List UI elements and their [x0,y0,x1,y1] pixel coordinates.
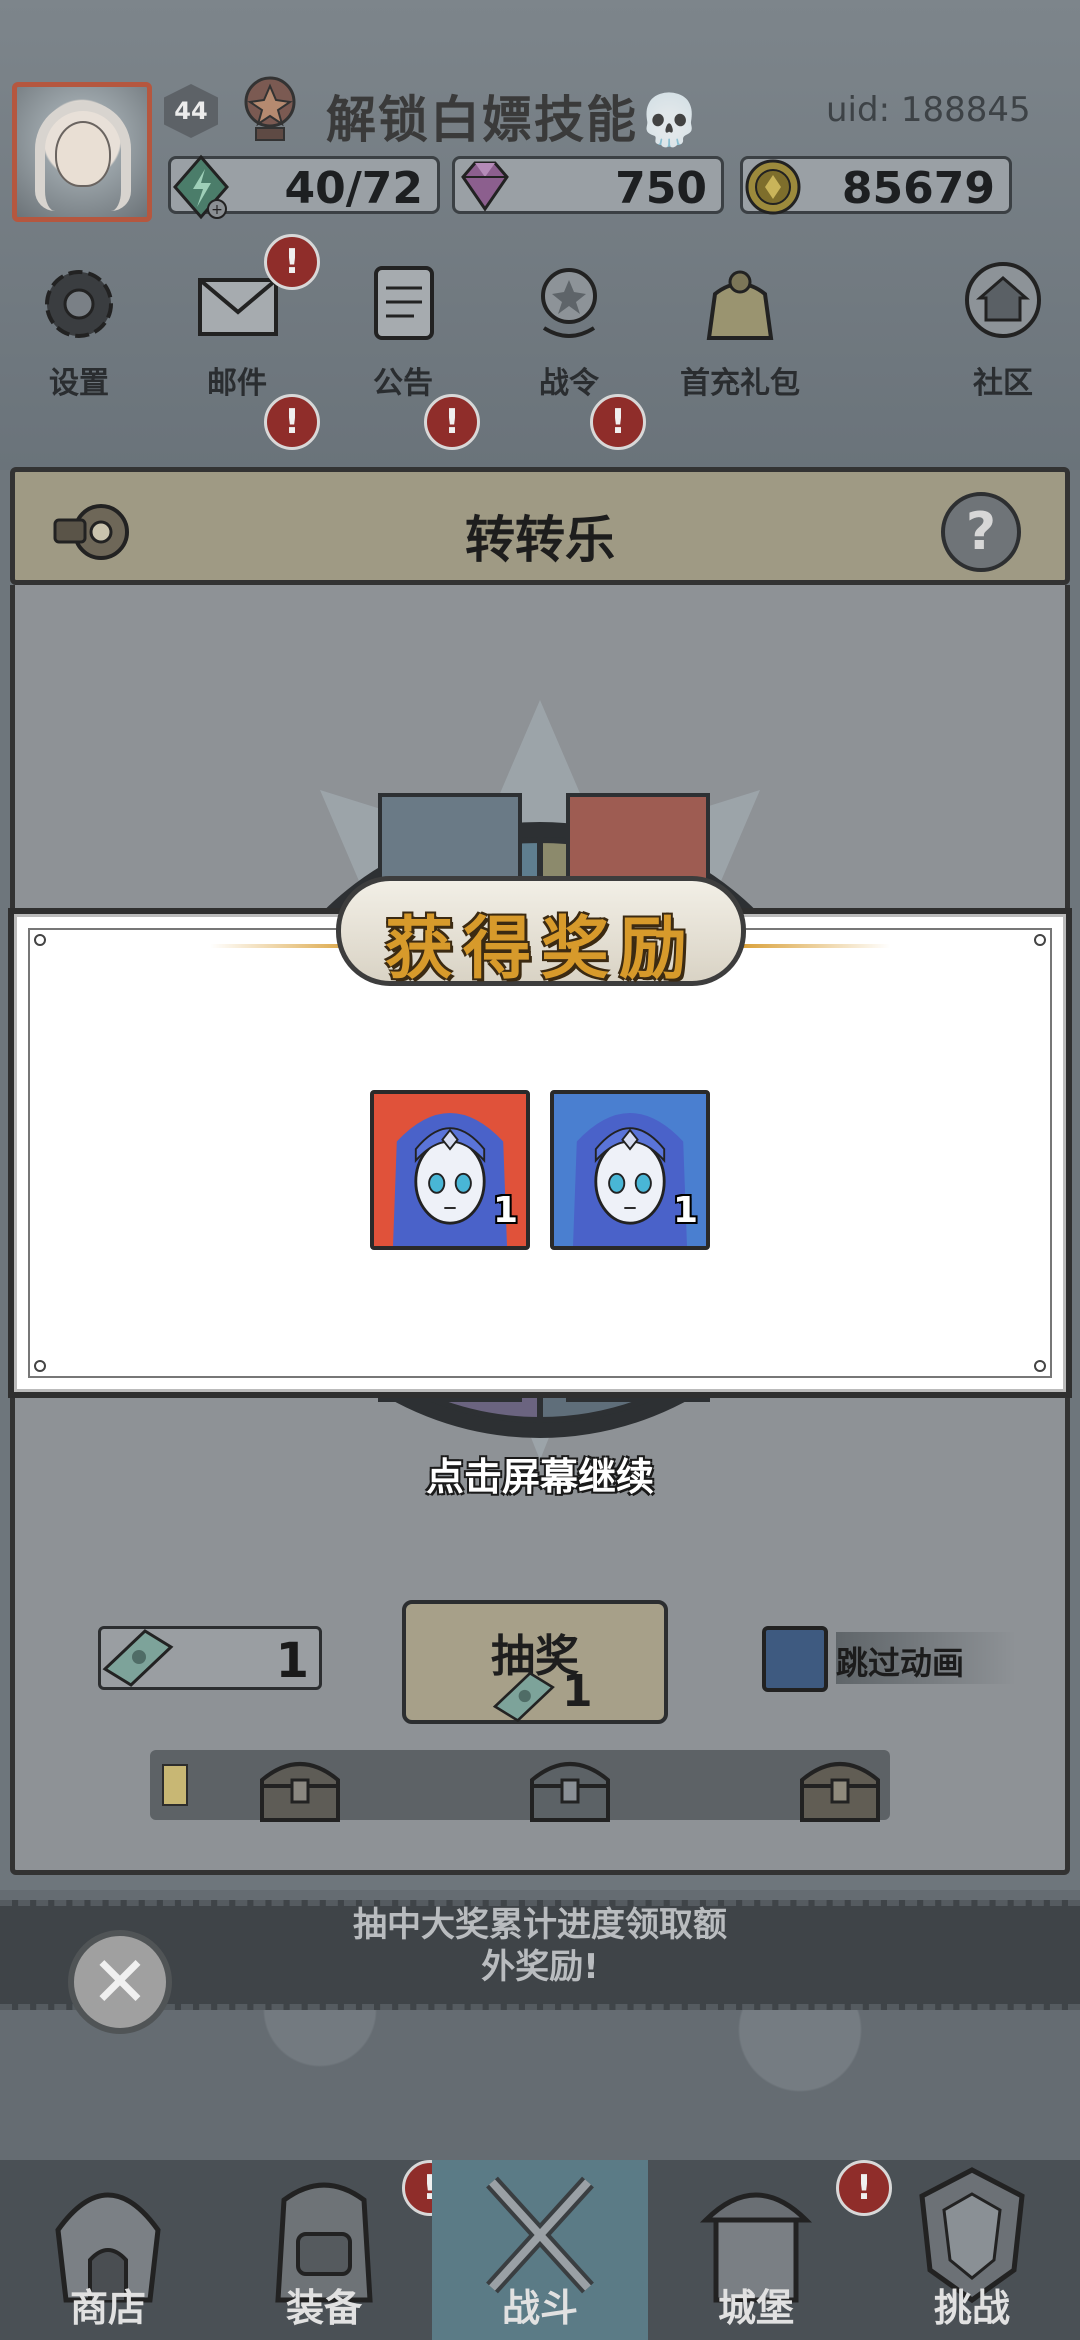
help-button[interactable]: ? [941,492,1021,572]
player-avatar[interactable] [12,82,152,222]
treasure-chest-icon-2[interactable] [522,1740,618,1830]
jackpot-hint-line-1: 抽中大奖累计进度领取额 [353,1905,727,1945]
treasure-chest-icon-3[interactable] [792,1740,888,1830]
mail-alert-badge: ! [264,234,320,290]
rivet [1034,1360,1046,1372]
svg-text:+: + [211,202,223,218]
menu-community-label: 社区 [973,366,1033,401]
energy-crystal-icon: + [173,154,229,220]
second-row-alert-badge-1: ! [264,394,320,450]
skip-animation-checkbox[interactable] [762,1626,828,1692]
skip-animation-label[interactable]: 跳过动画 [836,1638,964,1684]
battle-pass-icon [541,268,597,338]
nav-tab-challenge[interactable]: 挑战 [864,2160,1080,2340]
nav-tab-challenge-label: 挑战 [933,2285,1010,2330]
menu-settings[interactable]: 设置 [4,254,154,402]
menu-first-purchase[interactable]: 首充礼包 [660,254,820,402]
reward-item-card[interactable]: 1 [550,1090,710,1250]
menu-community[interactable]: 社区 [928,254,1078,402]
ticket-icon [102,1629,174,1687]
draw-cost-ticket-icon [492,1671,555,1723]
nav-tab-equipment[interactable]: 装备 [216,2160,432,2340]
second-row-alert-badge-2: ! [424,394,480,450]
second-row-alert-badge-3: ! [590,394,646,450]
nav-tab-shop[interactable]: 商店 [0,2160,216,2340]
draw-button[interactable]: 抽奖 1 [402,1600,668,1724]
jackpot-progress-fill [162,1764,188,1806]
gold-value: 85679 [841,163,995,214]
gems-value: 750 [615,163,707,214]
gift-bag-icon [706,270,774,340]
menu-battle-pass[interactable]: 战令 [494,254,644,402]
treasure-chest-icon-1[interactable] [252,1740,348,1830]
nav-tab-castle-label: 城堡 [717,2285,794,2330]
menu-first-purchase-label: 首充礼包 [680,366,800,401]
trophy-icon[interactable] [234,74,306,146]
player-name: 解锁白嫖技能💀 [326,90,703,149]
reward-modal-inner-border [28,928,1052,1378]
avatar-face [55,121,111,187]
rivet [34,934,46,946]
reward-quantity: 1 [672,1190,698,1231]
energy-value: 40/72 [284,163,423,214]
reward-item-card[interactable]: 1 [370,1090,530,1250]
spin-title: 转转乐 [465,510,615,569]
jackpot-hint-text: 抽中大奖累计进度领取额 外奖励! [240,1904,840,1988]
nav-tab-battle-label: 战斗 [501,2285,578,2330]
gold-resource-bar[interactable]: 85679 [740,156,1012,215]
banner-line-right [730,944,890,948]
ticket-count-value: 1 [275,1633,309,1689]
player-uid: uid: 188845 [826,90,1031,130]
gem-icon [461,161,509,212]
reward-title: 获得奖励 [384,909,697,989]
gear-icon [45,270,113,338]
home-icon [965,262,1041,338]
jackpot-hint-line-2: 外奖励! [481,1947,599,1987]
menu-notice[interactable]: 公告 [328,254,478,402]
reward-quantity: 1 [492,1190,518,1231]
gems-resource-bar[interactable]: 750 [452,156,724,214]
ticket-count-box: 1 [98,1626,322,1690]
draw-cost-value: 1 [562,1666,593,1717]
tap-to-continue-hint[interactable]: 点击屏幕继续 [0,1446,1080,1501]
nav-tab-castle[interactable]: 城堡 [648,2160,864,2340]
nav-tab-battle[interactable]: 战斗 [432,2160,648,2340]
reward-title-banner: 获得奖励 [336,876,746,989]
energy-resource-bar[interactable]: + 40/72 [168,154,440,220]
gold-coin-icon [745,159,801,215]
rivet [34,1360,46,1372]
close-button[interactable]: ✕ [68,1930,172,2034]
menu-settings-label: 设置 [49,366,109,401]
nav-tab-shop-label: 商店 [69,2285,146,2330]
nav-tab-equipment-label: 装备 [285,2285,362,2330]
scroll-icon [374,266,434,340]
rivet [1034,934,1046,946]
spin-title-bar: 转转乐 ? [10,467,1070,585]
